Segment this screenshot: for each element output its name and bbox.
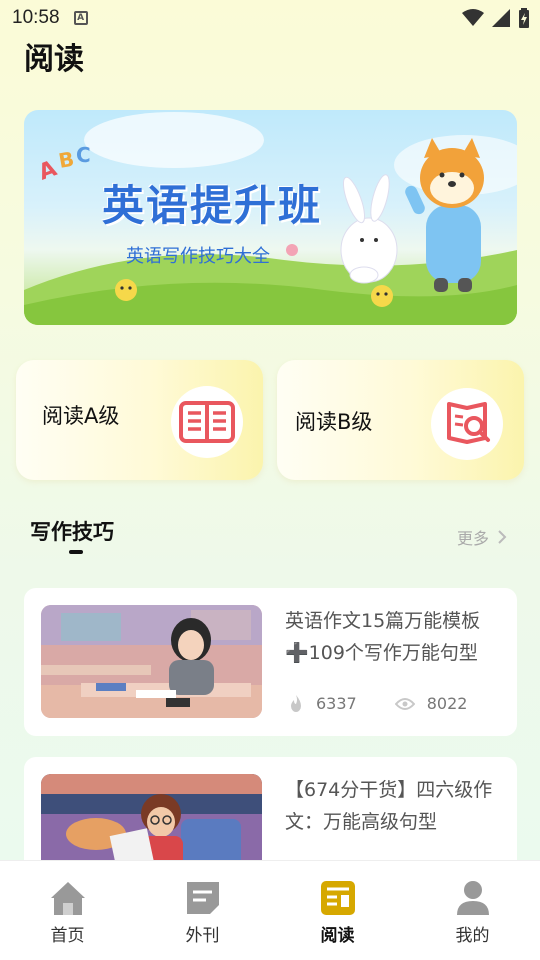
status-icons	[462, 8, 530, 28]
reading-level-a-card[interactable]: 阅读A级	[16, 360, 263, 480]
flame-icon	[291, 694, 301, 712]
banner-subtitle: 英语写作技巧大全	[126, 246, 270, 267]
level-b-label: 阅读B级	[295, 410, 373, 434]
status-bar: 10:58 A	[0, 0, 540, 36]
section-underline	[69, 550, 83, 554]
like-count: 6337	[316, 694, 357, 713]
article-title: 英语作文15篇万能模板➕109个写作万能句型	[285, 610, 481, 664]
page-title: 阅读	[24, 42, 84, 77]
magazine-icon	[186, 882, 219, 914]
book-open-icon	[171, 386, 243, 458]
tab-label: 我的	[455, 926, 490, 946]
tab-magazine[interactable]: 外刊	[135, 861, 270, 960]
book-search-icon	[431, 388, 503, 460]
article-title: 【674分干货】四六级作文：万能高级句型	[285, 779, 493, 833]
article-thumbnail	[41, 605, 262, 718]
more-link[interactable]: 更多	[457, 525, 507, 549]
article-meta: 6337 8022	[288, 694, 505, 713]
reading-level-b-card[interactable]: 阅读B级	[277, 360, 524, 480]
promo-banner[interactable]: A B C 英语提升班 英语写作技巧大全	[24, 110, 517, 325]
svg-text:B: B	[57, 147, 76, 173]
signal-icon	[492, 9, 510, 27]
article-card[interactable]: 英语作文15篇万能模板➕109个写作万能句型 6337 8022	[24, 588, 517, 736]
tab-profile[interactable]: 我的	[405, 861, 540, 960]
more-label: 更多	[457, 529, 490, 548]
battery-icon	[519, 8, 529, 28]
status-time: 10:58	[12, 7, 60, 28]
user-icon	[456, 881, 489, 915]
section-title: 写作技巧	[30, 520, 114, 544]
bottom-tab-bar: 首页 外刊 阅读 我的	[0, 860, 540, 960]
eye-icon	[394, 697, 415, 710]
wifi-icon	[462, 9, 484, 26]
svg-text:C: C	[76, 143, 91, 167]
tab-label: 阅读	[320, 926, 355, 946]
view-count: 8022	[426, 694, 468, 713]
tab-label: 首页	[50, 926, 85, 946]
tab-home[interactable]: 首页	[0, 861, 135, 960]
level-a-label: 阅读A级	[42, 404, 120, 428]
tab-reading[interactable]: 阅读	[270, 861, 405, 960]
banner-title: 英语提升班	[102, 181, 323, 230]
chevron-right-icon	[498, 530, 507, 544]
home-icon	[50, 882, 85, 915]
status-a-icon: A	[73, 11, 88, 25]
tab-label: 外刊	[185, 926, 220, 946]
reading-icon	[320, 881, 355, 915]
svg-text:A: A	[36, 156, 61, 185]
